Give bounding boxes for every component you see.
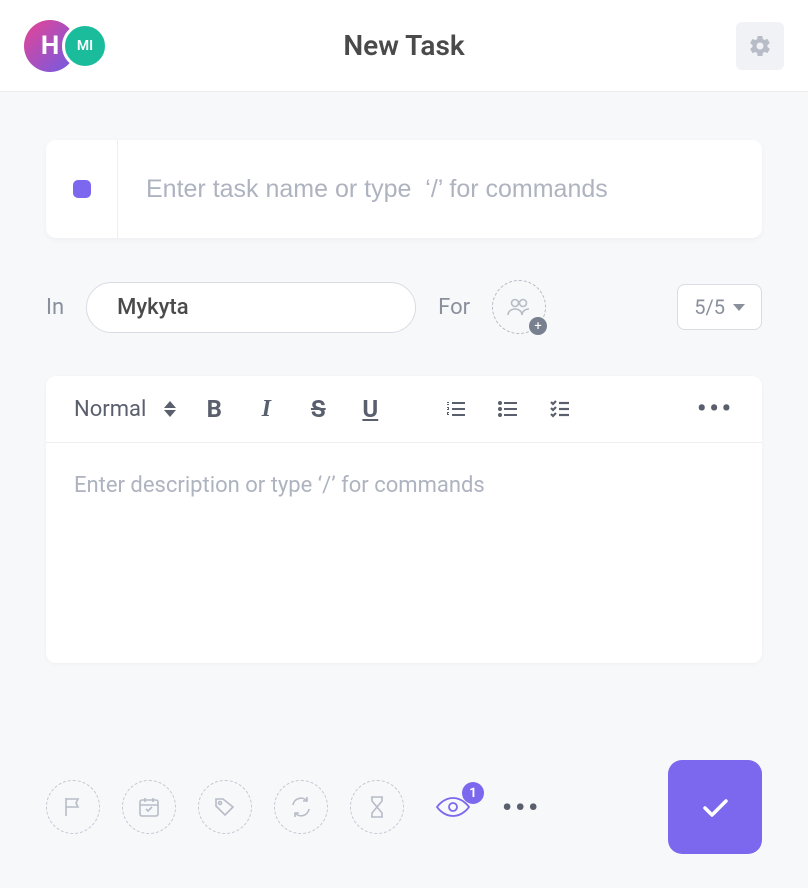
for-label: For xyxy=(438,295,470,320)
people-icon xyxy=(506,297,532,317)
flag-icon xyxy=(61,795,85,819)
priority-select[interactable]: 5/5 xyxy=(677,284,762,330)
plus-icon: + xyxy=(529,317,547,335)
settings-button[interactable] xyxy=(736,22,784,70)
calendar-icon xyxy=(137,795,161,819)
assignee-add-button[interactable]: + xyxy=(492,280,546,334)
list-select[interactable]: Mykyta xyxy=(86,282,416,333)
create-task-button[interactable] xyxy=(668,760,762,854)
status-square-icon xyxy=(73,180,91,198)
watchers-button[interactable]: 1 xyxy=(426,780,480,834)
in-label: In xyxy=(46,295,64,320)
check-icon xyxy=(695,787,735,827)
caret-down-icon xyxy=(733,304,745,311)
ordered-list-button[interactable] xyxy=(444,397,472,421)
meta-row: In Mykyta For + 5/5 xyxy=(46,280,762,334)
bullet-list-button[interactable] xyxy=(496,397,524,421)
checklist-icon xyxy=(548,397,572,421)
bottom-action-bar: 1 ••• xyxy=(46,760,762,854)
time-estimate-button[interactable] xyxy=(350,780,404,834)
italic-button[interactable]: I xyxy=(252,396,280,423)
editor-toolbar: Normal B I S U ••• xyxy=(46,376,762,443)
format-select[interactable]: Normal xyxy=(74,397,176,422)
due-date-button[interactable] xyxy=(122,780,176,834)
page-title: New Task xyxy=(343,29,464,62)
tags-button[interactable] xyxy=(198,780,252,834)
watchers-count-badge: 1 xyxy=(462,782,484,804)
assignee-avatars: H MI xyxy=(24,20,108,72)
priority-flag-button[interactable] xyxy=(46,780,100,834)
hourglass-icon xyxy=(367,795,387,819)
bullet-list-icon xyxy=(496,397,520,421)
description-input[interactable]: Enter description or type ‘/’ for comman… xyxy=(46,443,762,663)
sort-arrows-icon xyxy=(164,401,176,417)
more-actions-button[interactable]: ••• xyxy=(502,791,541,824)
content-area: In Mykyta For + 5/5 Normal B I S U xyxy=(0,92,808,663)
recurring-icon xyxy=(289,795,313,819)
strike-button[interactable]: S xyxy=(304,395,332,423)
task-name-input[interactable] xyxy=(118,140,762,238)
tag-icon xyxy=(213,795,237,819)
header: H MI New Task xyxy=(0,0,808,92)
format-label: Normal xyxy=(74,397,146,422)
toolbar-more-button[interactable]: ••• xyxy=(697,394,734,424)
task-name-card xyxy=(46,140,762,238)
user-avatar[interactable]: MI xyxy=(62,23,108,69)
bold-button[interactable]: B xyxy=(200,395,228,423)
gear-icon xyxy=(748,34,772,58)
underline-button[interactable]: U xyxy=(356,395,384,423)
recurring-button[interactable] xyxy=(274,780,328,834)
ordered-list-icon xyxy=(444,397,468,421)
description-editor: Normal B I S U ••• Enter description or … xyxy=(46,376,762,663)
priority-label: 5/5 xyxy=(694,295,725,319)
status-selector[interactable] xyxy=(46,140,118,238)
checklist-button[interactable] xyxy=(548,397,576,421)
